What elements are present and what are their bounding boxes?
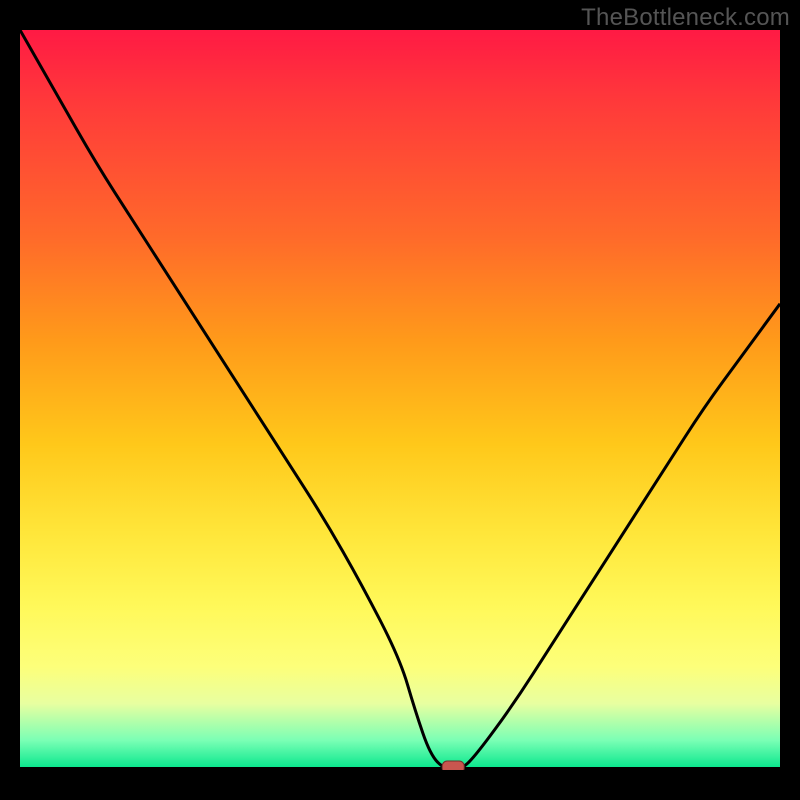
bottleneck-curve <box>20 30 780 770</box>
curve-path <box>20 30 780 770</box>
watermark-text: TheBottleneck.com <box>581 4 790 32</box>
chart-frame: TheBottleneck.com <box>0 0 800 800</box>
plot-area <box>20 30 780 770</box>
minimum-marker <box>442 761 464 770</box>
